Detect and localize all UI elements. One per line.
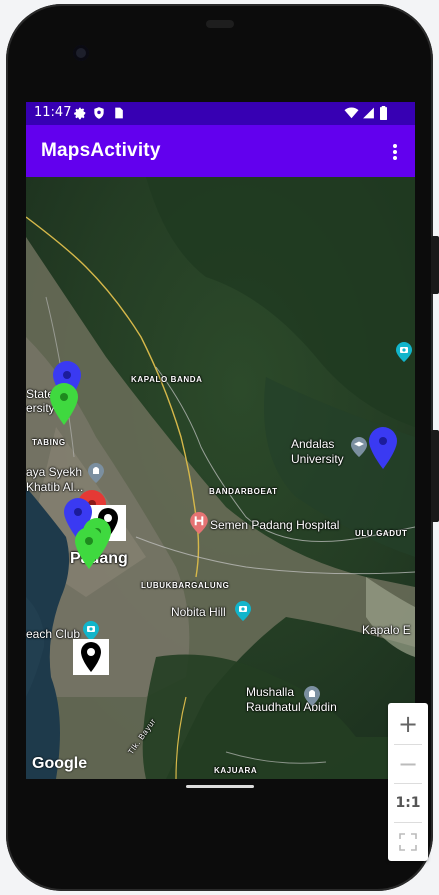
black-location-marker[interactable] — [73, 639, 109, 675]
label-ulu-gadut: ULU GADUT — [355, 529, 408, 538]
battery-icon — [380, 106, 387, 120]
label-lubukbargalung: LUBUKBARGALUNG — [141, 581, 230, 590]
app-bar: MapsActivity — [26, 125, 415, 177]
fit-bounds-button[interactable] — [388, 823, 428, 861]
power-button — [431, 430, 439, 522]
map-view[interactable]: KAPALO BANDA State ersity TABING Andalas… — [26, 177, 415, 779]
front-camera — [73, 45, 89, 61]
green-marker-icon[interactable] — [50, 383, 78, 425]
label-raya-syekh: aya Syekh Khatib Al... — [26, 465, 84, 494]
gesture-nav-bar[interactable] — [186, 785, 254, 788]
label-mushalla: Mushalla Raudhatul Abidin — [246, 685, 337, 714]
zoom-controls: + − 1:1 — [388, 703, 428, 861]
camera-poi-icon[interactable] — [83, 621, 99, 641]
satellite-imagery — [26, 177, 415, 779]
phone-frame: 11:47 MapsActivity KAPALO BANDA State er… — [0, 0, 439, 895]
label-bandarbuat: BANDARBOEAT — [209, 487, 278, 496]
signal-icon — [363, 107, 374, 119]
label-andalas-university: Andalas University — [291, 437, 344, 466]
label-kajuara: KAJUARA — [214, 766, 258, 775]
label-kapalo-e: Kapalo E — [362, 623, 411, 637]
label-beach-club: each Club — [26, 627, 81, 641]
green-marker-icon[interactable] — [75, 527, 103, 569]
school-poi-icon[interactable] — [351, 437, 367, 457]
status-time: 11:47 — [34, 105, 72, 120]
zoom-out-button[interactable]: − — [388, 745, 428, 783]
label-tabing: TABING — [32, 438, 66, 447]
app-title: MapsActivity — [41, 140, 161, 161]
earpiece-speaker — [206, 20, 234, 28]
hospital-poi-icon[interactable] — [190, 512, 208, 534]
zoom-in-button[interactable]: + — [388, 705, 428, 743]
label-kapalo-banda: KAPALO BANDA — [131, 375, 203, 384]
screen: 11:47 MapsActivity KAPALO BANDA State er… — [26, 102, 415, 779]
label-semen-padang-hospital: Semen Padang Hospital — [210, 518, 340, 532]
camera-poi-icon[interactable] — [396, 342, 412, 362]
label-nobita-hill: Nobita Hill — [171, 605, 226, 619]
more-vert-icon[interactable] — [385, 142, 405, 162]
blue-marker-icon[interactable] — [369, 427, 397, 469]
fit-screen-icon — [399, 833, 417, 851]
status-bar: 11:47 — [26, 102, 415, 125]
mosque-poi-icon[interactable] — [88, 463, 104, 483]
one-to-one-button[interactable]: 1:1 — [388, 784, 428, 822]
volume-button — [431, 236, 439, 294]
wifi-icon — [344, 107, 359, 119]
google-attribution: Google — [32, 755, 88, 772]
camera-poi-icon[interactable] — [235, 601, 251, 621]
mosque-poi-icon[interactable] — [304, 686, 320, 706]
location-pin-icon — [81, 642, 101, 672]
shield-icon — [94, 107, 104, 119]
sd-card-icon — [115, 107, 123, 119]
gear-icon — [74, 107, 86, 120]
